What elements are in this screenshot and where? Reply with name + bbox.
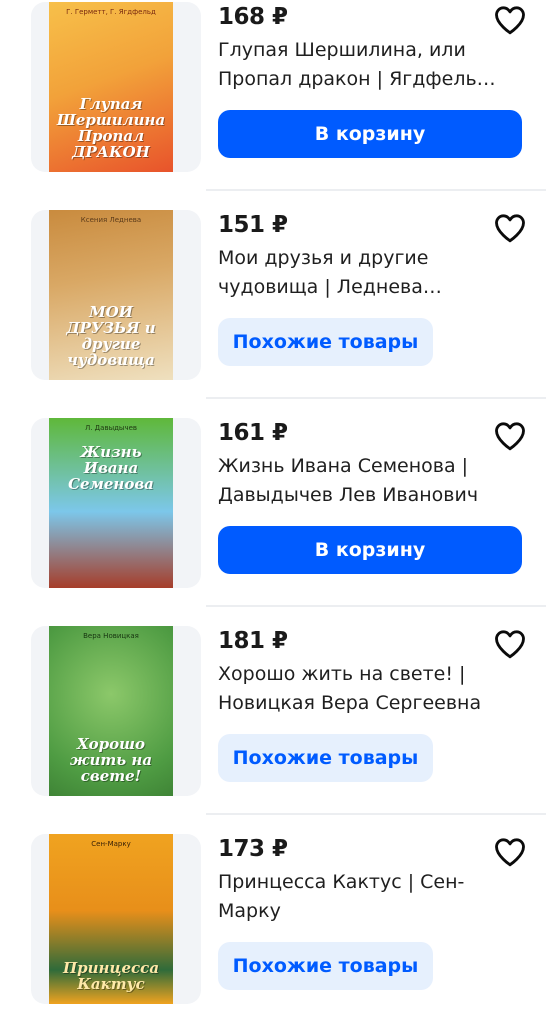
product-image[interactable]: Вера Новицкая Хорошо жить на свете! <box>31 626 201 796</box>
add-to-cart-button[interactable]: В корзину <box>218 110 522 158</box>
book-cover: Л. Давыдычев Жизнь Ивана Семенова <box>49 418 173 588</box>
product-price: 168 ₽ <box>218 4 288 30</box>
book-cover: Сен-Марку Принцесса Кактус <box>49 834 173 1004</box>
product-card[interactable]: Ксения Леднева МОИ ДРУЗЬЯ и другие чудов… <box>0 202 546 410</box>
product-card[interactable]: Л. Давыдычев Жизнь Ивана Семенова 161 ₽ … <box>0 410 546 618</box>
product-price: 181 ₽ <box>218 628 288 654</box>
product-list: Г. Герметт, Г. Ягдфельд Глупая Шершилина… <box>0 0 546 1034</box>
heart-outline-icon[interactable] <box>490 834 530 870</box>
divider <box>206 397 546 399</box>
cover-author: Л. Давыдычев <box>84 424 138 432</box>
cover-title: Принцесса Кактус <box>62 959 160 993</box>
cover-author: Г. Герметт, Г. Ягдфельд <box>66 8 156 16</box>
book-cover: Г. Герметт, Г. Ягдфельд Глупая Шершилина… <box>49 2 173 172</box>
product-title[interactable]: Жизнь Ивана Семенова | Давыдычев Лев Ива… <box>218 452 498 510</box>
cover-author: Сен-Марку <box>91 840 131 848</box>
product-card[interactable]: Сен-Марку Принцесса Кактус 173 ₽ Принцес… <box>0 826 546 1034</box>
cover-title: Жизнь Ивана Семенова <box>68 443 154 493</box>
product-title[interactable]: Принцесса Кактус | Сен-Марку <box>218 868 498 926</box>
cover-author: Ксения Леднева <box>80 216 142 224</box>
product-price: 151 ₽ <box>218 212 288 238</box>
product-image[interactable]: Л. Давыдычев Жизнь Ивана Семенова <box>31 418 201 588</box>
product-card[interactable]: Г. Герметт, Г. Ягдфельд Глупая Шершилина… <box>0 0 546 202</box>
book-cover: Ксения Леднева МОИ ДРУЗЬЯ и другие чудов… <box>49 210 173 380</box>
divider <box>206 189 546 191</box>
book-cover: Вера Новицкая Хорошо жить на свете! <box>49 626 173 796</box>
similar-products-button[interactable]: Похожие товары <box>218 942 433 990</box>
divider <box>206 605 546 607</box>
divider <box>206 813 546 815</box>
product-image[interactable]: Г. Герметт, Г. Ягдфельд Глупая Шершилина… <box>31 2 201 172</box>
cover-title: Хорошо жить на свете! <box>69 735 153 785</box>
product-image[interactable]: Ксения Леднева МОИ ДРУЗЬЯ и другие чудов… <box>31 210 201 380</box>
product-title[interactable]: Хорошо жить на свете! | Новицкая Вера Се… <box>218 660 498 718</box>
cover-author: Вера Новицкая <box>83 632 139 640</box>
heart-outline-icon[interactable] <box>490 210 530 246</box>
add-to-cart-button[interactable]: В корзину <box>218 526 522 574</box>
similar-products-button[interactable]: Похожие товары <box>218 734 433 782</box>
product-price: 161 ₽ <box>218 420 288 446</box>
product-price: 173 ₽ <box>218 836 288 862</box>
product-title[interactable]: Глупая Шершилина, или Пропал дракон | Яг… <box>218 36 498 94</box>
heart-outline-icon[interactable] <box>490 2 530 38</box>
heart-outline-icon[interactable] <box>490 626 530 662</box>
product-card[interactable]: Вера Новицкая Хорошо жить на свете! 181 … <box>0 618 546 826</box>
cover-title: МОИ ДРУЗЬЯ и другие чудовища <box>66 303 156 369</box>
similar-products-button[interactable]: Похожие товары <box>218 318 433 366</box>
product-image[interactable]: Сен-Марку Принцесса Кактус <box>31 834 201 1004</box>
heart-outline-icon[interactable] <box>490 418 530 454</box>
product-title[interactable]: Мои друзья и другие чудовища | Леднева С… <box>218 244 498 302</box>
cover-title: Глупая Шершилина Пропал ДРАКОН <box>56 95 166 161</box>
